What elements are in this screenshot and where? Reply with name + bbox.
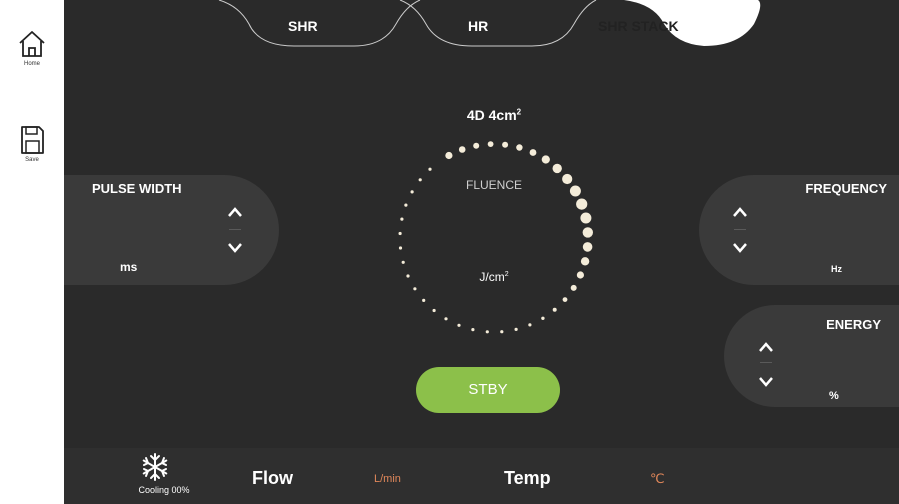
temp-unit: ℃ [650, 471, 665, 486]
fluence-dot [580, 212, 592, 224]
fluence-unit-exponent: 2 [504, 271, 509, 278]
fluence-dot [541, 155, 550, 164]
fluence-dial[interactable] [384, 130, 604, 350]
pulse-width-divider [229, 229, 241, 230]
fluence-dot [502, 141, 509, 148]
frequency-up-button[interactable] [731, 205, 749, 219]
fluence-dot [582, 242, 593, 252]
fluence-dot [541, 316, 545, 320]
mode-name: 4D 4cm [466, 107, 517, 123]
fluence-dot [529, 149, 537, 156]
fluence-label: FLUENCE [465, 178, 522, 192]
pulse-width-down-button[interactable] [226, 241, 244, 255]
chevron-down-icon [759, 377, 773, 387]
fluence-dot [562, 297, 568, 302]
energy-up-button[interactable] [757, 340, 775, 354]
pulse-width-unit: ms [120, 260, 138, 274]
treatment-mode: 4D 4cm2 [434, 107, 554, 123]
pulse-width-label: PULSE WIDTH [92, 181, 182, 196]
frequency-unit: Hz [831, 264, 842, 274]
fluence-dot [432, 308, 436, 313]
fluence-dot [418, 178, 422, 182]
fluence-dot [406, 274, 410, 278]
frequency-down-button[interactable] [731, 241, 749, 255]
side-navigation: Home Save [0, 0, 64, 504]
fluence-dot [562, 173, 573, 185]
energy-unit: % [829, 390, 839, 402]
tab-shr[interactable]: SHR [288, 18, 318, 34]
fluence-dot [514, 327, 518, 331]
flow-unit: L/min [374, 473, 401, 485]
fluence-unit: J/cm2 [439, 270, 549, 284]
save-icon [21, 126, 44, 154]
chevron-down-icon [733, 243, 747, 253]
snowflake-icon [142, 453, 168, 481]
fluence-dot [401, 260, 405, 264]
fluence-dot [576, 271, 584, 279]
fluence-dot [422, 298, 426, 302]
tab-shr-stack[interactable]: SHR STACK [598, 18, 679, 34]
fluence-dot [398, 246, 403, 250]
chevron-up-icon [733, 207, 747, 217]
fluence-dot [580, 257, 590, 266]
mode-exponent: 2 [516, 107, 522, 117]
fluence-dot [400, 217, 404, 221]
fluence-dot [428, 167, 432, 171]
energy-down-button[interactable] [757, 375, 775, 389]
home-label: Home [23, 61, 40, 67]
fluence-dot [552, 163, 562, 174]
fluence-dot [458, 146, 466, 153]
tab-hr[interactable]: HR [468, 18, 488, 34]
home-icon [19, 31, 45, 57]
fluence-dot [404, 203, 408, 207]
fluence-dot [500, 330, 504, 334]
energy-divider [760, 362, 772, 363]
fluence-dot [485, 330, 489, 334]
fluence-dot [516, 144, 523, 151]
fluence-dot [582, 227, 593, 238]
fluence-dot [471, 328, 475, 332]
flow-label: Flow [252, 468, 293, 488]
frequency-panel: FREQUENCY Hz [699, 175, 899, 285]
energy-panel: ENERGY % [724, 305, 899, 407]
pulse-width-panel: PULSE WIDTH ms [64, 175, 279, 285]
fluence-dot [398, 231, 402, 236]
fluence-dot [413, 287, 417, 291]
fluence-dot [473, 142, 480, 149]
cooling-status: Cooling 00% [138, 485, 190, 495]
fluence-dot [576, 198, 588, 210]
home-button[interactable]: Home [0, 28, 64, 67]
energy-label: ENERGY [826, 317, 881, 332]
fluence-dot [487, 141, 494, 147]
fluence-dot [570, 284, 577, 291]
chevron-up-icon [759, 342, 773, 352]
chevron-down-icon [228, 243, 242, 253]
fluence-dot [445, 151, 453, 160]
frequency-divider [734, 229, 746, 230]
status-bar: Cooling 00% Flow L/min Temp ℃ [64, 448, 899, 504]
fluence-dot [410, 190, 414, 194]
save-label: Save [25, 157, 39, 163]
fluence-dot [569, 185, 581, 197]
fluence-dot [444, 317, 448, 321]
fluence-dot [528, 323, 532, 327]
frequency-label: FREQUENCY [805, 181, 887, 196]
save-button[interactable]: Save [0, 124, 64, 163]
fluence-dot [552, 307, 557, 312]
standby-button[interactable]: STBY [416, 367, 560, 413]
fluence-unit-text: J/cm [479, 270, 505, 284]
chevron-up-icon [228, 207, 242, 217]
pulse-width-up-button[interactable] [226, 205, 244, 219]
main-panel: SHR HR SHR STACK 4D 4cm2 FLUENCE J/cm2 P… [64, 0, 899, 448]
fluence-dot [457, 323, 461, 327]
temp-label: Temp [504, 468, 551, 488]
